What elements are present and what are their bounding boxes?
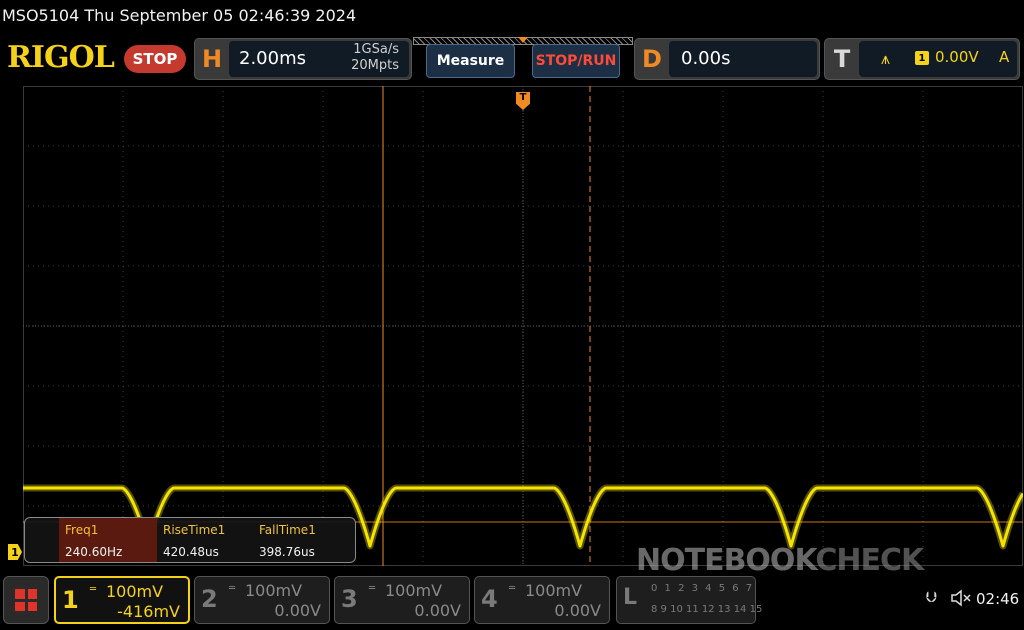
horizontal-panel[interactable]: H 2.00ms 1GSa/s 20Mpts [194, 38, 412, 80]
usb-icon: ⮋ [926, 588, 938, 606]
delay-letter: D [637, 41, 667, 77]
channel-number: 3 [341, 585, 358, 613]
trigger-panel[interactable]: T ⩚ 1 0.00V A [824, 38, 1020, 80]
rigol-logo: RIGOL [7, 40, 115, 75]
header-bar: RIGOL STOP H 2.00ms 1GSa/s 20Mpts Measur… [0, 34, 1024, 84]
horizontal-value-box: 2.00ms 1GSa/s 20Mpts [229, 41, 409, 77]
measure-button[interactable]: Measure [426, 44, 515, 78]
channel-2-box[interactable]: 2 ═ 100mV 0.00V [194, 576, 330, 624]
dc-coupling-icon: ═ [229, 583, 236, 594]
measurement-value: 240.60Hz [65, 545, 123, 559]
channel-4-box[interactable]: 4 ═ 100mV 0.00V [474, 576, 610, 624]
trigger-mode: A [999, 48, 1010, 66]
measurement-panel[interactable]: Freq1 240.60Hz RiseTime1 420.48us FallTi… [24, 517, 356, 563]
measurement-item[interactable]: RiseTime1 420.48us [157, 518, 253, 562]
logic-channel-box[interactable]: L 0 1 2 3 4 5 6 7 8 9 10 11 12 13 14 15 [616, 576, 762, 624]
channel-number: 1 [62, 586, 79, 614]
watermark-text-2: CHECK [815, 543, 924, 578]
measurement-item[interactable]: Freq1 240.60Hz [59, 518, 157, 562]
channel-3-box[interactable]: 3 ═ 100mV 0.00V [334, 576, 470, 624]
delay-value-box: 0.00s [669, 41, 817, 77]
status-text: MSO5104 Thu September 05 02:46:39 2024 [2, 6, 357, 25]
logic-bits-low: 0 1 2 3 4 5 6 7 [651, 583, 755, 594]
delay-value: 0.00s [681, 48, 731, 69]
dc-coupling-icon: ═ [509, 583, 516, 594]
channel-scale: 100mV [245, 581, 303, 600]
logic-bits-high: 8 9 10 11 12 13 14 15 [651, 604, 763, 615]
sample-rate: 1GSa/s [353, 42, 399, 57]
channel-offset: -416mV [117, 602, 180, 621]
rising-edge-icon: ⩚ [881, 49, 891, 68]
channel1-offset-marker[interactable]: 1 [8, 544, 22, 560]
menu-button[interactable] [3, 576, 49, 624]
notebookcheck-watermark: NOTEBOOKCHECK [636, 543, 924, 578]
measurement-name: FallTime1 [259, 523, 316, 537]
horizontal-letter: H [197, 41, 227, 77]
dc-coupling-icon: ═ [90, 584, 97, 595]
timebase-value: 2.00ms [239, 48, 306, 69]
run-state-badge[interactable]: STOP [124, 45, 186, 73]
measurement-item[interactable]: FallTime1 398.76us [253, 518, 353, 562]
trigger-source: 1 [915, 51, 929, 65]
measurement-name: RiseTime1 [163, 523, 226, 537]
measurement-value: 398.76us [259, 545, 315, 559]
channel-offset: 0.00V [274, 601, 321, 620]
channel-scale: 100mV [385, 581, 443, 600]
channel-scale: 100mV [106, 582, 164, 601]
channel-1-box[interactable]: 1 ═ 100mV -416mV [54, 576, 190, 624]
dc-coupling-icon: ═ [369, 583, 376, 594]
channel-offset: 0.00V [414, 601, 461, 620]
stop-run-button[interactable]: STOP/RUN [532, 44, 620, 78]
channel-number: 4 [481, 585, 498, 613]
trigger-level: 0.00V [935, 48, 979, 66]
waveform-grid [23, 86, 1023, 566]
channel-number: 2 [201, 585, 218, 613]
logic-letter: L [623, 585, 638, 610]
channel-offset: 0.00V [554, 601, 601, 620]
speaker-muted-icon[interactable] [950, 589, 972, 607]
memory-depth: 20Mpts [351, 58, 399, 73]
clock: 02:46 [976, 590, 1020, 608]
measurement-name: Freq1 [65, 523, 99, 537]
delay-panel[interactable]: D 0.00s [634, 38, 820, 80]
measurement-value: 420.48us [163, 545, 219, 559]
menu-grid-icon [15, 589, 37, 611]
waveform-display[interactable] [23, 86, 1023, 566]
bottom-bar: 1 ═ 100mV -416mV 2 ═ 100mV 0.00V 3 ═ 100… [0, 572, 1024, 630]
status-bar: MSO5104 Thu September 05 02:46:39 2024 [0, 0, 1024, 34]
trigger-letter: T [827, 41, 857, 77]
watermark-text-1: NOTEBOOK [636, 543, 816, 578]
timeline-position-icon [518, 37, 528, 43]
channel-scale: 100mV [525, 581, 583, 600]
